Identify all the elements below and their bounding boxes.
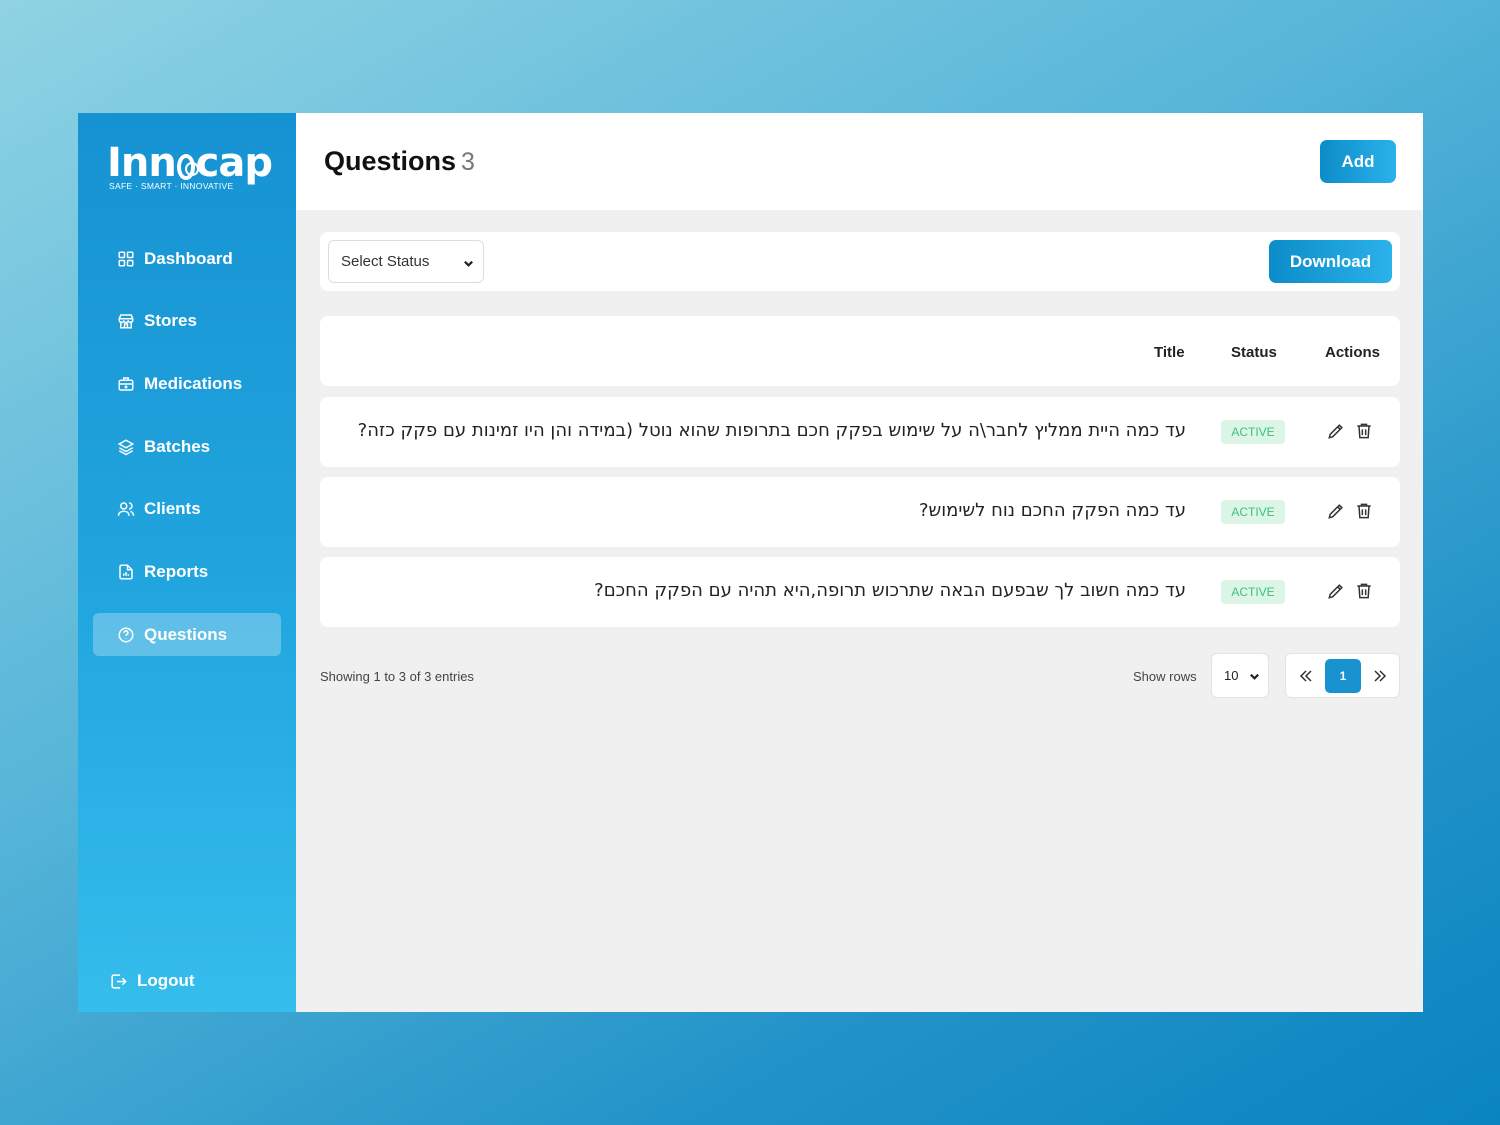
sidebar-item-label: Dashboard (144, 248, 233, 268)
add-button[interactable]: Add (1320, 140, 1396, 183)
logout-label: Logout (137, 971, 195, 990)
layers-icon (116, 437, 136, 457)
logo-text-right: cap (195, 140, 273, 186)
page-header: Questions 3 Add (296, 113, 1423, 210)
trash-icon[interactable] (1354, 581, 1374, 601)
question-title: עד כמה היית ממליץ לחבר\ה על שימוש בפקק ח… (357, 420, 1186, 441)
innocap-logo: Inn cap SAFE · SMART · INNOVATIVE (107, 140, 273, 191)
question-title: עד כמה חשוב לך שבפעם הבאה שתרכוש תרופה,ה… (594, 580, 1186, 601)
question-title: עד כמה הפקק החכם נוח לשימוש? (918, 500, 1186, 521)
sidebar: Inn cap SAFE · SMART · INNOVATIVE Dashbo… (78, 113, 296, 1012)
sidebar-item-reports[interactable]: Reports (93, 550, 281, 593)
sidebar-item-label: Reports (144, 561, 209, 581)
logout-button[interactable]: Logout (109, 971, 195, 991)
rows-per-page-select[interactable]: 10 (1211, 653, 1269, 698)
rows-per-page-value: 10 (1224, 668, 1239, 683)
app-window: Inn cap SAFE · SMART · INNOVATIVE Dashbo… (78, 113, 1423, 1012)
trash-icon[interactable] (1354, 421, 1374, 441)
table-header: Title Status Actions (320, 316, 1400, 386)
logo-wordmark: Inn cap (107, 140, 273, 186)
sidebar-item-stores[interactable]: Stores (93, 300, 281, 343)
download-button[interactable]: Download (1269, 240, 1392, 283)
report-icon (116, 562, 136, 582)
sidebar-item-label: Medications (144, 373, 243, 393)
column-header-title: Title (1154, 344, 1185, 361)
table-row: עד כמה חשוב לך שבפעם הבאה שתרכוש תרופה,ה… (320, 557, 1400, 627)
pagination: 1 (1285, 653, 1400, 698)
filter-bar: Select Status Download (320, 232, 1400, 291)
question-count: 3 (461, 148, 475, 176)
sidebar-item-clients[interactable]: Clients (93, 488, 281, 531)
edit-icon[interactable] (1326, 581, 1346, 601)
sidebar-item-label: Questions (144, 624, 228, 644)
chevron-down-icon (1249, 670, 1260, 681)
logout-icon (111, 973, 127, 989)
logo-text-left: Inn (107, 140, 177, 186)
sidebar-item-label: Batches (144, 436, 211, 456)
users-icon (116, 499, 136, 519)
edit-icon[interactable] (1326, 501, 1346, 521)
status-badge: ACTIVE (1221, 580, 1285, 604)
medkit-icon (116, 374, 136, 394)
status-badge: ACTIVE (1221, 500, 1285, 524)
trash-icon[interactable] (1354, 501, 1374, 521)
column-header-status: Status (1231, 344, 1277, 361)
column-header-actions: Actions (1325, 344, 1381, 361)
page-title: Questions (324, 146, 457, 176)
logo-target-icon (176, 154, 199, 180)
table-row: עד כמה היית ממליץ לחבר\ה על שימוש בפקק ח… (320, 397, 1400, 467)
store-icon (116, 311, 136, 331)
sidebar-item-batches[interactable]: Batches (93, 425, 281, 468)
first-page-icon[interactable] (1296, 666, 1316, 686)
page-button-current[interactable]: 1 (1325, 659, 1361, 693)
status-select[interactable]: Select Status (328, 240, 484, 283)
chevron-down-icon (463, 256, 474, 267)
table-row: עד כמה הפקק החכם נוח לשימוש? ACTIVE (320, 477, 1400, 547)
sidebar-nav: Dashboard Stores Medications Batches Cli… (93, 237, 281, 676)
main-content: Questions 3 Add Select Status Download T… (296, 113, 1423, 1012)
last-page-icon[interactable] (1370, 666, 1390, 686)
entries-summary: Showing 1 to 3 of 3 entries (320, 669, 474, 684)
sidebar-item-questions[interactable]: Questions (93, 613, 281, 657)
grid-icon (116, 249, 136, 269)
sidebar-item-label: Stores (144, 311, 197, 331)
sidebar-item-dashboard[interactable]: Dashboard (93, 237, 281, 280)
sidebar-item-medications[interactable]: Medications (93, 362, 281, 405)
rows-per-page-label: Show rows (1133, 669, 1197, 684)
status-badge: ACTIVE (1221, 420, 1285, 444)
edit-icon[interactable] (1326, 421, 1346, 441)
question-circle-icon (116, 625, 136, 645)
sidebar-item-label: Clients (144, 499, 201, 519)
status-select-value: Select Status (341, 253, 430, 270)
